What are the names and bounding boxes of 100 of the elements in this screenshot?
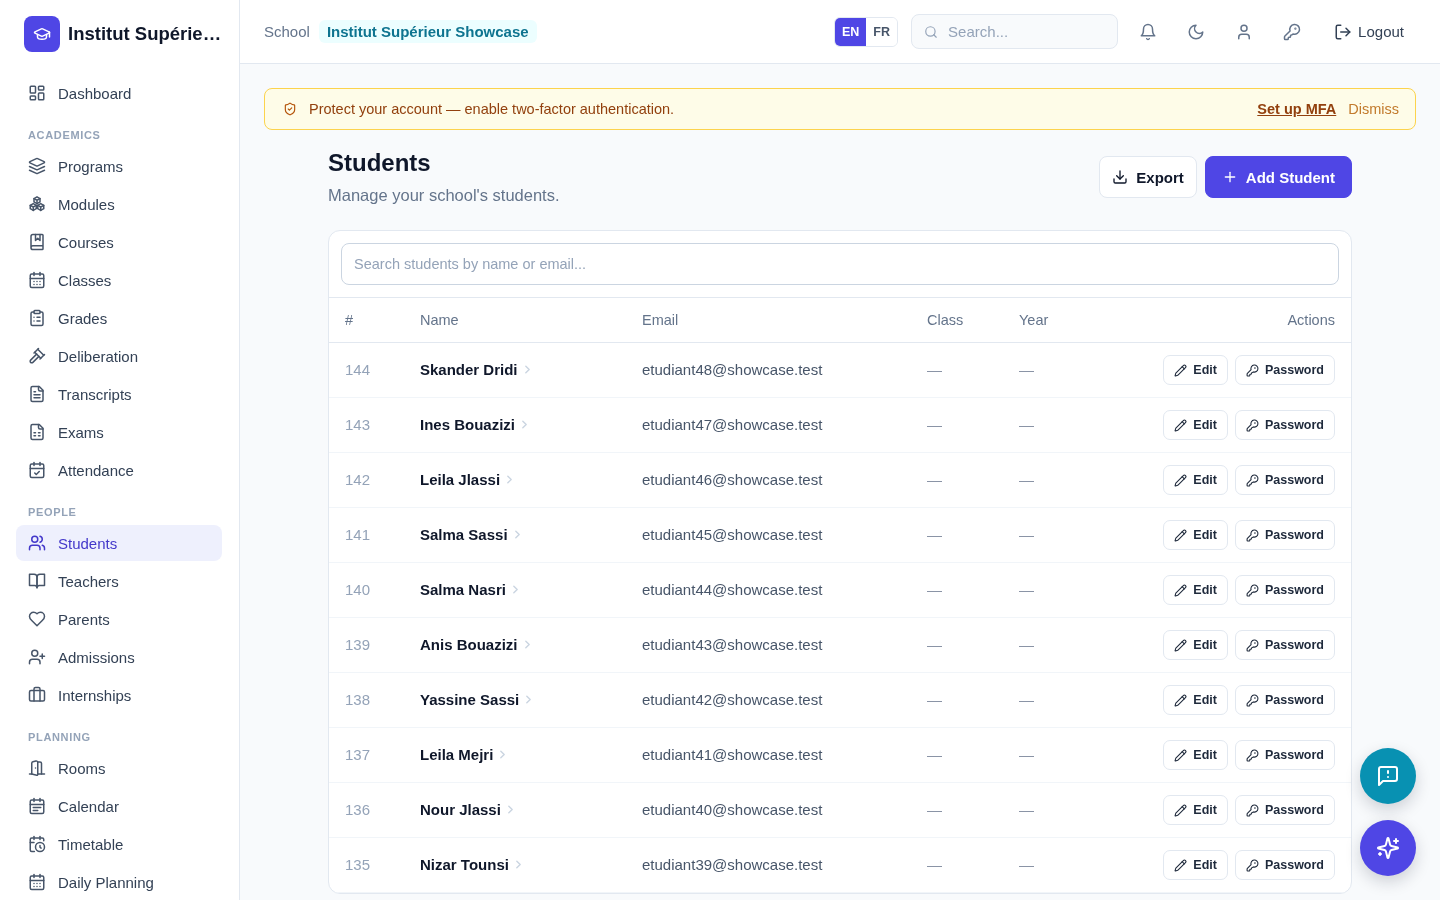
setup-mfa-link[interactable]: Set up MFA <box>1257 101 1337 117</box>
edit-button[interactable]: Edit <box>1163 465 1228 495</box>
nav-item[interactable]: Timetable <box>16 826 222 862</box>
student-name-link[interactable]: Skander Dridi <box>420 361 530 378</box>
class-value: — <box>927 856 942 873</box>
password-button[interactable]: Password <box>1234 630 1335 660</box>
key-icon <box>1283 22 1302 41</box>
pencil-icon <box>1174 693 1188 707</box>
year-value: — <box>1019 746 1034 763</box>
key-icon <box>1245 583 1259 597</box>
nav-item[interactable]: Exams <box>16 414 222 450</box>
users-icon <box>28 534 46 552</box>
calendar-icon <box>28 797 46 815</box>
spreadsheet-icon <box>28 423 46 441</box>
password-button[interactable]: Password <box>1234 520 1335 550</box>
student-name-link[interactable]: Anis Bouazizi <box>420 636 530 653</box>
pencil-icon <box>1174 638 1188 652</box>
student-email: etudiant40@showcase.test <box>642 801 823 818</box>
nav-item[interactable]: Grades <box>16 300 222 336</box>
edit-button[interactable]: Edit <box>1163 520 1228 550</box>
nav-item[interactable]: Teachers <box>16 563 222 599</box>
nav-item[interactable]: Daily Planning <box>16 864 222 900</box>
edit-button[interactable]: Edit <box>1163 685 1228 715</box>
student-name-link[interactable]: Salma Nasri <box>420 581 518 598</box>
student-email: etudiant48@showcase.test <box>642 361 823 378</box>
class-value: — <box>927 636 942 653</box>
class-value: — <box>927 691 942 708</box>
bell-icon <box>1139 22 1158 41</box>
chevron-right-icon <box>512 585 518 594</box>
chevron-right-icon <box>522 420 528 429</box>
nav-item[interactable]: Dashboard <box>16 75 222 111</box>
password-button[interactable]: Password <box>1234 355 1335 385</box>
student-number: 143 <box>345 416 371 433</box>
student-name-link[interactable]: Leila Jlassi <box>420 471 513 488</box>
password-button[interactable]: Password <box>1234 850 1335 880</box>
year-value: — <box>1019 526 1034 543</box>
nav-item[interactable]: Transcripts <box>16 376 222 412</box>
nav-item[interactable]: Modules <box>16 186 222 222</box>
password-button[interactable]: Password <box>1234 685 1335 715</box>
column-header: Email <box>642 312 679 328</box>
edit-button[interactable]: Edit <box>1163 740 1228 770</box>
password-button[interactable]: Password <box>1234 740 1335 770</box>
student-name-link[interactable]: Nizar Tounsi <box>420 856 521 873</box>
student-name-link[interactable]: Leila Mejri <box>420 746 506 763</box>
student-name-link[interactable]: Nour Jlassi <box>420 801 513 818</box>
chevron-right-icon <box>500 750 506 759</box>
password-button[interactable]: Password <box>1234 795 1335 825</box>
nav-item[interactable]: Calendar <box>16 788 222 824</box>
nav-item[interactable]: Parents <box>16 601 222 637</box>
door-icon <box>28 759 46 777</box>
year-value: — <box>1019 801 1034 818</box>
page-subtitle: Manage your school's students. <box>328 185 560 206</box>
edit-button[interactable]: Edit <box>1163 630 1228 660</box>
briefcase-icon <box>28 686 46 704</box>
language-option[interactable]: EN <box>835 17 867 46</box>
bookmark-book-icon <box>28 233 46 251</box>
edit-button[interactable]: Edit <box>1163 410 1228 440</box>
edit-button[interactable]: Edit <box>1163 795 1228 825</box>
password-button[interactable]: Password <box>1234 410 1335 440</box>
student-number: 135 <box>345 856 371 873</box>
nav-item[interactable]: Internships <box>16 677 222 713</box>
password-button[interactable]: Password <box>1234 575 1335 605</box>
student-email: etudiant47@showcase.test <box>642 416 823 433</box>
student-name-link[interactable]: Yassine Sassi <box>420 691 532 708</box>
student-number: 137 <box>345 746 371 763</box>
column-header: Year <box>1019 312 1049 328</box>
nav-item[interactable]: Admissions <box>16 639 222 675</box>
nav-item[interactable]: Attendance <box>16 452 222 488</box>
edit-button[interactable]: Edit <box>1163 355 1228 385</box>
message-button[interactable] <box>1360 748 1416 804</box>
column-header: Class <box>927 312 964 328</box>
student-email: etudiant46@showcase.test <box>642 471 823 488</box>
class-value: — <box>927 416 942 433</box>
search-field[interactable]: Search... <box>911 14 1119 49</box>
student-email: etudiant42@showcase.test <box>642 691 823 708</box>
key-icon <box>1245 638 1259 652</box>
nav-item[interactable]: Programs <box>16 148 222 184</box>
student-search-field[interactable]: Search students by name or email... <box>341 243 1339 285</box>
nav-item[interactable]: Rooms <box>16 750 222 786</box>
add-student-button[interactable]: Add Student <box>1204 156 1352 198</box>
chevron-right-icon <box>515 860 521 869</box>
student-number: 140 <box>345 581 371 598</box>
nav-item[interactable]: Classes <box>16 262 222 298</box>
password-button[interactable]: Password <box>1234 465 1335 495</box>
nav-item[interactable]: Students <box>16 525 222 561</box>
student-name-link[interactable]: Salma Sassi <box>420 526 520 543</box>
nav-item[interactable]: Deliberation <box>16 338 222 374</box>
dashboard-icon <box>28 84 46 102</box>
column-header: # <box>345 312 354 328</box>
student-number: 136 <box>345 801 371 818</box>
logout-button[interactable]: Logout <box>1322 13 1416 50</box>
chevron-right-icon <box>507 475 513 484</box>
export-button[interactable]: Export <box>1099 156 1197 198</box>
nav-item[interactable]: Courses <box>16 224 222 260</box>
edit-button[interactable]: Edit <box>1163 850 1228 880</box>
sparkle-button[interactable] <box>1360 820 1416 876</box>
student-name-link[interactable]: Ines Bouazizi <box>420 416 528 433</box>
student-email: etudiant43@showcase.test <box>642 636 823 653</box>
edit-button[interactable]: Edit <box>1163 575 1228 605</box>
brand-name: Institut Supérie… <box>68 23 222 45</box>
